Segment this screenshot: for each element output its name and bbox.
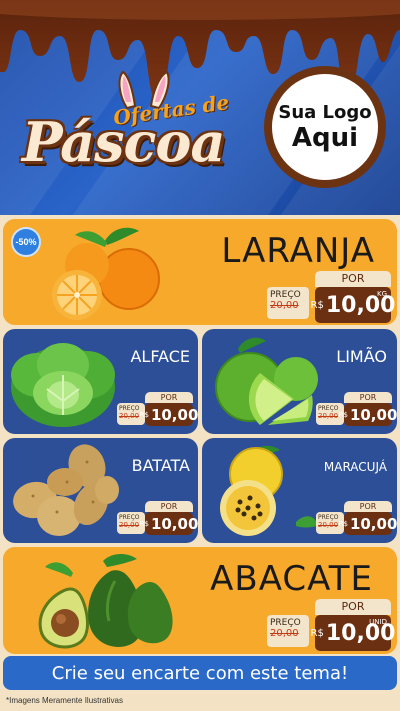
price-tag: POR PREÇO 20,00 R$ 10,00 UNID [267,599,395,651]
footnote: *Imagens Meramente Ilustrativas [6,696,123,705]
price-unit: KG [376,290,387,298]
product-card-abacate[interactable]: ABACATE POR PREÇO 20,00 R$ 10,00 UNID [3,547,397,654]
old-price: 20,00 [270,628,299,639]
por-label: POR [344,392,392,403]
new-price-box: R$ 10,00 [140,403,198,426]
new-price-box: R$ 10,00 [339,403,397,426]
price-tag: POR PREÇO 20,00 R$ 10,00 KG [267,271,395,323]
currency: R$ [338,410,348,419]
currency: R$ [139,519,149,528]
currency: R$ [310,627,324,639]
header-title: Páscoa [22,110,225,174]
product-card-laranja[interactable]: -50% LARANJA POR PREÇO 20,00 R$ 10,00 KG [3,219,397,325]
currency: R$ [338,519,348,528]
product-card-batata[interactable]: BATATA POR PREÇO 20,00 R$ 10,00 [3,438,198,543]
new-price-box: R$ 10,00 [140,512,198,535]
passion-fruit-icon [220,445,318,536]
price-tag: POR PREÇO 20,00 R$ 10,00 [316,392,397,426]
new-price: 10,00 [349,405,397,424]
discount-badge: -50% [11,227,41,257]
new-price: 10,00 [349,514,397,533]
lime-icon [215,337,318,425]
por-label: POR [344,501,392,512]
logo-inner: Sua Logo Aqui [272,74,378,180]
logo-placeholder: Sua Logo Aqui [264,66,386,188]
product-card-maracuja[interactable]: MARACUJÁ POR PREÇO 20,00 R$ 10,00 [202,438,397,543]
por-label: POR [315,599,391,615]
logo-text-line2: Aqui [291,122,359,153]
product-name: ABACATE [210,559,373,599]
old-price: 20,00 [270,300,299,311]
price-unit: UNID [369,618,387,626]
product-name: BATATA [131,456,190,475]
product-card-limao[interactable]: LIMÃO POR PREÇO 20,00 R$ 10,00 [202,329,397,434]
potato-icon [13,444,119,536]
lettuce-icon [11,343,115,427]
new-price: 10,00 [150,514,198,533]
easter-title: Ofertas de Páscoa [18,70,268,200]
por-label: POR [145,501,193,512]
price-tag: POR PREÇO 20,00 R$ 10,00 [316,501,397,535]
product-name: LIMÃO [336,347,387,366]
currency: R$ [310,299,324,311]
new-price: 10,00 [150,405,198,424]
product-name: ALFACE [130,347,190,366]
price-tag: POR PREÇO 20,00 R$ 10,00 [117,501,198,535]
preco-label: PREÇO [270,290,301,300]
price-tag: POR PREÇO 20,00 R$ 10,00 [117,392,198,426]
avocado-icon [38,554,173,649]
new-price-box: R$ 10,00 UNID [311,615,395,651]
new-price-box: R$ 10,00 [339,512,397,535]
new-price-box: R$ 10,00 KG [311,287,395,323]
create-flyer-banner[interactable]: Crie seu encarte com este tema! [3,656,397,690]
orange-icon [52,227,160,320]
por-label: POR [145,392,193,403]
header: Ofertas de Páscoa Sua Logo Aqui [0,0,400,215]
product-card-alface[interactable]: ALFACE POR PREÇO 20,00 R$ 10,00 [3,329,198,434]
product-name: LARANJA [221,231,375,271]
old-price-box: PREÇO 20,00 [267,615,309,647]
por-label: POR [315,271,391,287]
preco-label: PREÇO [270,618,301,628]
old-price-box: PREÇO 20,00 [267,287,309,319]
currency: R$ [139,410,149,419]
product-name: MARACUJÁ [323,460,387,474]
footer: *Imagens Meramente Ilustrativas [0,694,400,711]
logo-text-line1: Sua Logo [278,101,372,123]
